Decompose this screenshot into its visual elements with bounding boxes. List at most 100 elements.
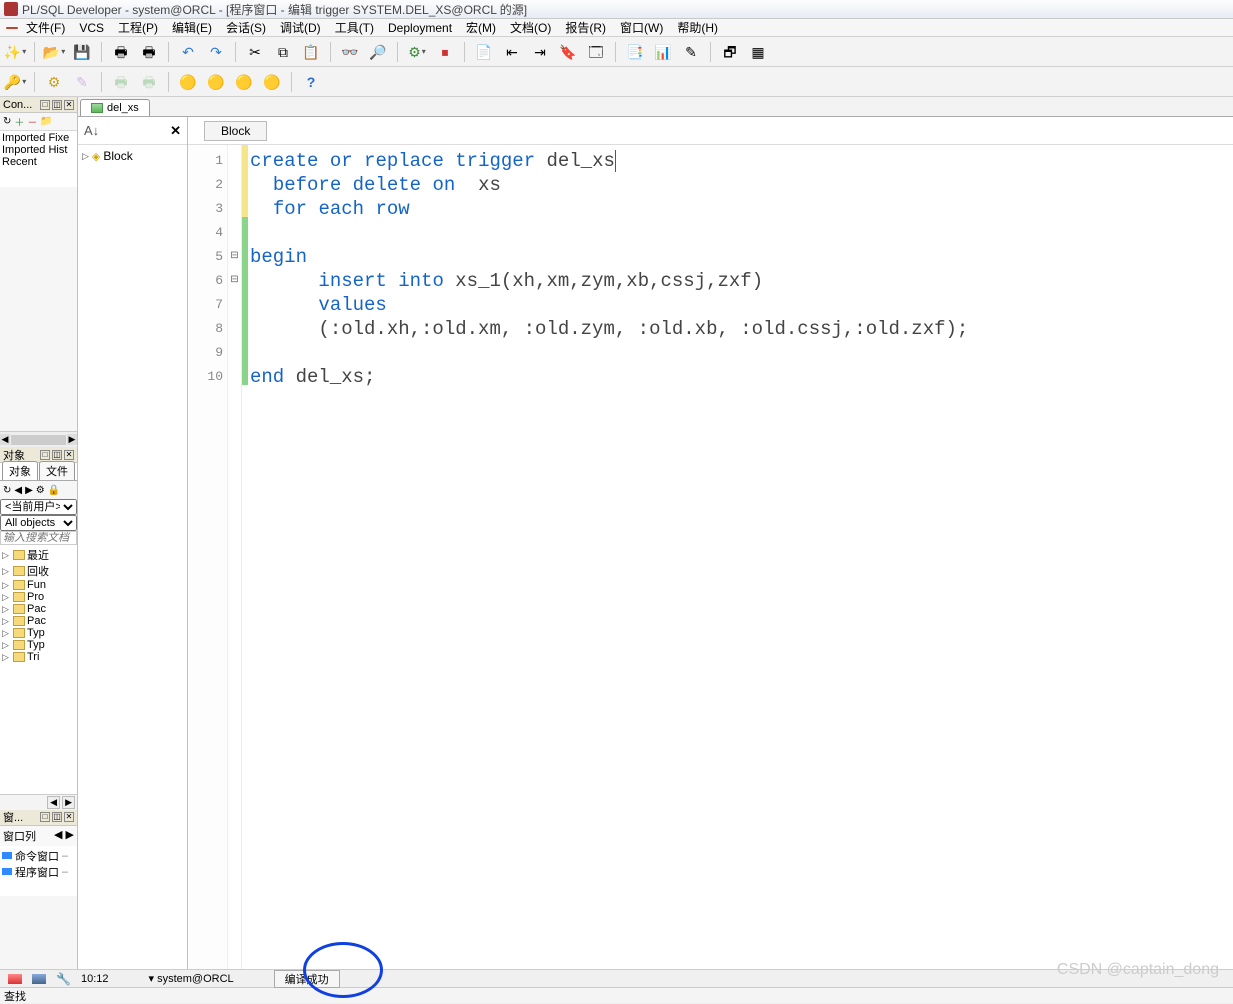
connections-scroll[interactable]: ◀▶ [0,431,77,447]
tree-item[interactable]: ▷Pac [2,603,75,615]
tree-item[interactable]: ▷Fun [2,579,75,591]
nav-prev[interactable]: ◀ [47,796,60,809]
panel-float-button[interactable]: □ [40,100,50,110]
menu-session[interactable]: 会话(S) [220,18,272,37]
conn-item[interactable]: Recent [2,156,75,168]
commit-button[interactable]: 📄 [473,41,495,63]
document-tab[interactable]: del_xs [80,99,150,116]
menu-macro[interactable]: 宏(M) [460,18,502,37]
config-icon[interactable]: ⚙ [36,485,45,496]
debug-stepout-button[interactable]: 🟡 [233,71,255,93]
panel-close-button[interactable]: ✕ [64,450,74,460]
tree-item[interactable]: ▷Typ [2,639,75,651]
refresh-icon[interactable]: ↻ [3,485,11,496]
code-area[interactable]: 12345678910 ⊟⊟ create or replace trigger… [188,145,1233,969]
menu-window[interactable]: 窗口(W) [614,18,669,37]
panel-float-button[interactable]: □ [40,812,50,822]
windows-list[interactable]: 命令窗口– 程序窗口– [0,846,77,896]
window-item[interactable]: 命令窗口– [2,848,75,864]
tree-item[interactable]: ▷Typ [2,627,75,639]
back-icon[interactable]: ◀ [14,485,22,496]
fold-gutter[interactable]: ⊟⊟ [228,145,242,969]
tree-item[interactable]: ▷回收 [2,563,75,579]
menu-report[interactable]: 报告(R) [559,18,612,37]
explain-plan-button[interactable]: 📊 [652,41,674,63]
fwd-icon[interactable]: ▶ [25,485,33,496]
casc-button[interactable]: 🗗 [719,41,741,63]
tab-files[interactable]: 文件 [39,461,75,480]
conn-item[interactable]: Imported Fixe [2,132,75,144]
menu-tools[interactable]: 工具(T) [329,18,380,37]
panel-pin-button[interactable]: ◫ [52,100,62,110]
panel-close-button[interactable]: ✕ [64,100,74,110]
expand-icon[interactable]: ▷ [82,151,89,162]
menu-project[interactable]: 工程(P) [112,18,164,37]
debug-stepover-button[interactable]: 🟡 [205,71,227,93]
outline-tree[interactable]: ▷ ◈ Block [78,145,187,167]
connections-list[interactable]: Imported Fixe Imported Hist Recent [0,131,77,187]
panel-pin-button[interactable]: ◫ [52,812,62,822]
print-setup-button[interactable]: 🖶 [138,41,160,63]
find-button[interactable]: 👓 [339,41,361,63]
nav-prev[interactable]: ◀ [54,829,62,841]
find-next-button[interactable]: 🔎 [367,41,389,63]
indent-left-button[interactable]: ⇤ [501,41,523,63]
close-outline-button[interactable]: ✕ [170,123,181,139]
help-button[interactable]: ? [300,71,322,93]
undo-button[interactable]: ↶ [177,41,199,63]
execute-button[interactable]: ⚙ [406,41,428,63]
menu-help[interactable]: 帮助(H) [671,18,724,37]
menu-edit[interactable]: 编辑(E) [166,18,218,37]
objects-tree[interactable]: ▷最近 ▷回收 ▷Fun ▷Pro ▷Pac ▷Pac ▷Typ ▷Typ ▷T… [0,545,77,793]
save-button[interactable]: 💾 [71,41,93,63]
cut-button[interactable]: ✂ [244,41,266,63]
key-button[interactable]: 🔑 [4,71,26,93]
menu-file[interactable]: 文件(F) [20,18,71,37]
tree-item[interactable]: ▷Pac [2,615,75,627]
menu-document[interactable]: 文档(O) [504,18,557,37]
debug-run-button[interactable]: 🟡 [261,71,283,93]
user-select[interactable]: <当前用户> [0,499,77,515]
nav-next[interactable]: ▶ [66,829,74,841]
code-text[interactable]: create or replace trigger del_xs before … [248,145,1233,969]
tab-objects[interactable]: 对象 [2,461,38,480]
window-tile-button[interactable]: 🗔 [585,41,607,63]
print-button[interactable]: 🖶 [110,41,132,63]
folder-icon[interactable]: 📁 [40,116,52,127]
tile-button[interactable]: ▦ [747,41,769,63]
remove-icon[interactable]: － [27,114,37,129]
refresh-icon[interactable]: ↻ [3,116,11,127]
menu-debug[interactable]: 调试(D) [274,18,327,37]
add-icon[interactable]: ＋ [14,114,24,129]
objects-search-input[interactable] [0,531,77,545]
tree-item[interactable]: ▷最近 [2,547,75,563]
block-selector-button[interactable]: Block [204,121,267,141]
sort-icon[interactable]: A↓ [84,123,99,138]
toggle-bookmark-button[interactable]: 🔖 [557,41,579,63]
compile-button[interactable]: ⚙ [43,71,65,93]
paste-button[interactable]: 📋 [300,41,322,63]
lock-icon[interactable]: 🔒 [48,485,60,496]
beautify-button[interactable]: ✎ [680,41,702,63]
indent-right-button[interactable]: ⇥ [529,41,551,63]
menu-deployment[interactable]: Deployment [382,20,458,36]
tree-item[interactable]: ▷Pro [2,591,75,603]
copy-button[interactable]: ⧉ [272,41,294,63]
open-button[interactable]: 📂 [43,41,65,63]
redo-button[interactable]: ↷ [205,41,227,63]
wrench-icon[interactable]: 🔧 [56,972,71,986]
connection-dropdown[interactable]: ▾ system@ORCL [148,972,233,985]
type-select[interactable]: All objects [0,515,77,531]
debug-step-button[interactable]: 🟡 [177,71,199,93]
window-item[interactable]: 程序窗口– [2,864,75,880]
sql-window-button[interactable]: 📑 [624,41,646,63]
nav-next[interactable]: ▶ [62,796,75,809]
panel-close-button[interactable]: ✕ [64,812,74,822]
panel-pin-button[interactable]: ◫ [52,450,62,460]
panel-float-button[interactable]: □ [40,450,50,460]
new-button[interactable]: ✨ [4,41,26,63]
menu-vcs[interactable]: VCS [73,20,110,36]
conn-item[interactable]: Imported Hist [2,144,75,156]
stop-button[interactable]: ⏹ [434,41,456,63]
tree-item[interactable]: ▷Tri [2,651,75,663]
